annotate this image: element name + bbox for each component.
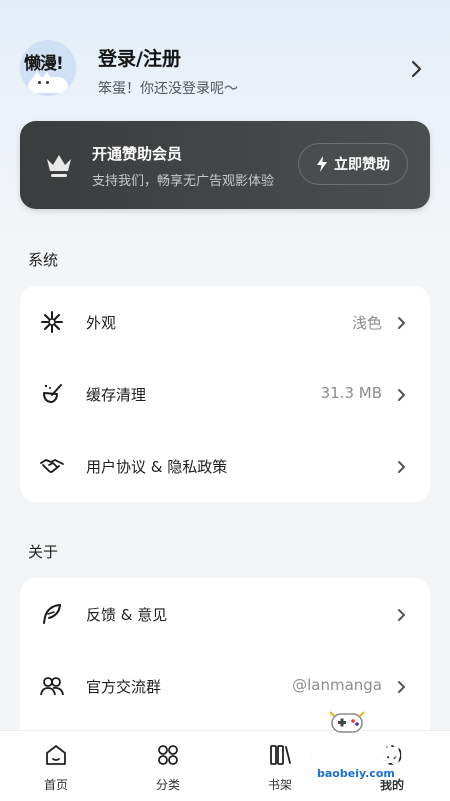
settings-row-value: 31.3 MB [320,384,382,402]
chevron-right-icon [411,60,422,78]
settings-row-feedback[interactable]: 反馈 & 意见 [20,578,430,650]
settings-row-cache[interactable]: 缓存清理 31.3 MB [20,358,430,430]
section-title-about: 关于 [28,543,59,561]
chevron-right-icon [398,317,405,329]
sponsor-button[interactable]: 立即赞助 [298,143,408,185]
appearance-icon [41,311,63,333]
section-title-system: 系统 [28,251,59,269]
watermark-text: 宝贝游戏网 [300,740,425,769]
settings-row-label: 用户协议 & 隐私政策 [86,458,228,476]
chevron-right-icon [398,609,405,621]
settings-row-agreement[interactable]: 用户协议 & 隐私政策 [20,430,430,502]
group-icon [40,677,64,696]
settings-row-appearance[interactable]: 外观 浅色 [20,286,430,358]
settings-row-value: 浅色 [351,314,382,332]
vip-banner[interactable]: 开通赞助会员 支持我们，畅享无广告观影体验 立即赞助 [20,121,430,209]
profile-subtitle: 笨蛋！你还没登录呢～ [98,81,238,97]
chevron-right-icon [398,389,405,401]
watermark-url: baobeiy.com [314,767,398,780]
watermark: 宝贝游戏网 baobeiy.com [300,708,450,788]
crown-icon [47,155,71,177]
home-icon [46,745,66,765]
avatar: 懒漫! [20,40,76,96]
settings-row-label: 反馈 & 意见 [86,606,168,624]
sponsor-button-label: 立即赞助 [334,157,390,173]
system-card: 外观 浅色 缓存清理 31.3 MB 用户协议 & 隐私政策 [20,286,430,502]
category-icon [158,745,178,765]
broom-icon [43,384,62,403]
settings-row-label: 外观 [86,314,117,332]
vip-title: 开通赞助会员 [92,145,183,163]
settings-row-label: 缓存清理 [86,386,147,404]
vip-subtitle: 支持我们，畅享无广告观影体验 [92,174,275,189]
settings-row-label: 官方交流群 [86,678,162,696]
avatar-text: 懒漫! [24,54,64,74]
chevron-right-icon [398,681,405,693]
tab-home[interactable]: 首页 [16,731,96,801]
avatar-cat-illustration [28,72,68,93]
tab-category[interactable]: 分类 [128,731,208,801]
profile-header[interactable]: 懒漫! 登录/注册 笨蛋！你还没登录呢～ [20,38,430,102]
settings-row-value: @lanmanga [292,676,382,694]
login-register-title[interactable]: 登录/注册 [98,44,181,71]
lightning-icon [317,156,327,172]
chevron-right-icon [398,461,405,473]
handshake-icon [40,459,64,473]
gamepad-icon [329,711,365,733]
tab-label: 首页 [43,778,68,792]
tab-label: 分类 [155,778,180,792]
feather-icon [43,604,61,624]
bookshelf-icon [270,745,291,765]
